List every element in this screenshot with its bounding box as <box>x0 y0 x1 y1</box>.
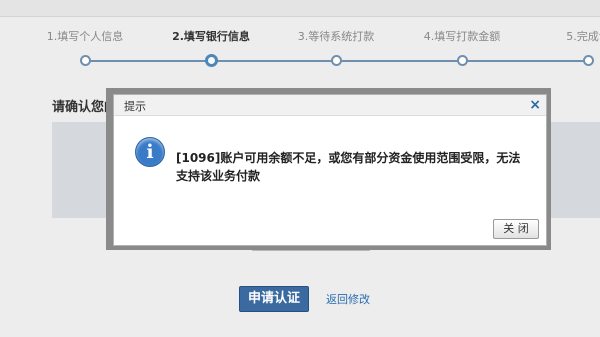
progress-steps: 1.填写个人信息 2.填写银行信息 3.等待系统打款 4.填写打款金额 5.完成… <box>0 30 600 70</box>
step-label: 3.等待系统打款 <box>297 30 375 43</box>
step-4: 4.填写打款金额 <box>397 30 527 66</box>
step-label: 2.填写银行信息 <box>172 30 250 43</box>
step-2: 2.填写银行信息 <box>146 30 276 67</box>
step-label: 5.完成认 <box>566 30 600 43</box>
dialog-title: 提示 <box>124 100 146 113</box>
step-dot <box>331 55 342 66</box>
step-dot-current <box>205 54 218 67</box>
step-dot <box>80 55 91 66</box>
top-strip <box>0 0 600 17</box>
step-label: 1.填写个人信息 <box>46 30 124 43</box>
dialog-header: 提示 × <box>114 95 546 116</box>
back-to-edit-link[interactable]: 返回修改 <box>326 291 370 307</box>
step-label: 4.填写打款金额 <box>423 30 501 43</box>
close-icon[interactable]: × <box>529 96 541 114</box>
step-dot <box>457 55 468 66</box>
apply-certification-button[interactable]: 申请认证 <box>239 286 309 312</box>
info-icon: i <box>135 137 165 167</box>
step-5: 5.完成认 <box>523 30 600 66</box>
step-3: 3.等待系统打款 <box>271 30 401 66</box>
dialog-message: [1096]账户可用余额不足，或您有部分资金使用范围受限，无法支持该业务付款 <box>176 151 521 183</box>
step-1: 1.填写个人信息 <box>20 30 150 66</box>
step-dot <box>583 55 594 66</box>
dialog-close-button[interactable]: 关 闭 <box>493 219 539 239</box>
alert-dialog: 提示 × i [1096]账户可用余额不足，或您有部分资金使用范围受限，无法支持… <box>113 94 547 246</box>
